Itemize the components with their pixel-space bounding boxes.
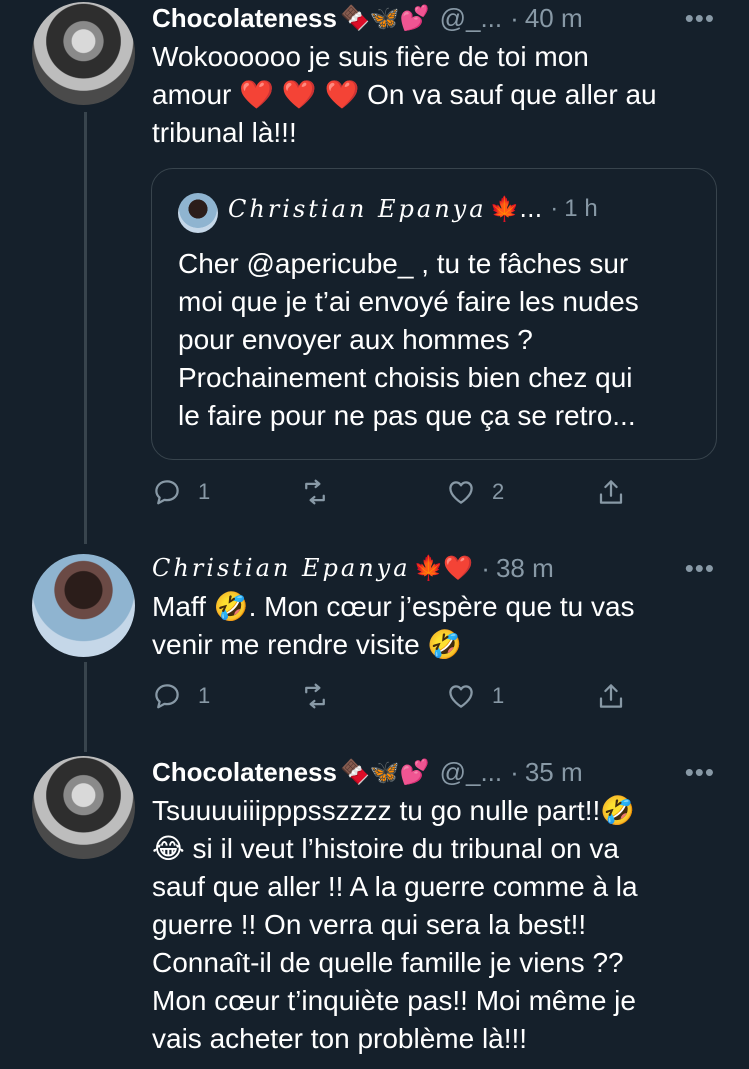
reply-count: 1	[198, 479, 211, 504]
share-icon	[599, 684, 623, 708]
tweet-header: Chocolateness 🍫🦋💕 @_... · 35 m •••	[152, 754, 749, 790]
retweet-button[interactable]	[300, 472, 330, 512]
retweet-icon	[305, 683, 325, 709]
tweet-text: Maff 🤣. Mon cœur j’espère que tu vas ven…	[152, 591, 635, 660]
quoted-tweet[interactable]: Christian Epanya 🍁... · 1 h Cher @aperic…	[151, 168, 717, 460]
tweet-text: Tsuuuuiiipppsszzzz tu go nulle part!!🤣 😂…	[152, 795, 638, 1054]
retweet-button[interactable]	[300, 676, 330, 716]
tweet[interactable]: Chocolateness 🍫🦋💕 @_... · 35 m ••• Tsuuu…	[0, 752, 749, 1069]
tweet[interactable]: Christian Epanya 🍁❤️ · 38 m ••• Maff 🤣. …	[0, 548, 749, 738]
retweet-icon	[305, 479, 325, 505]
display-name[interactable]: Christian Epanya	[152, 554, 411, 582]
reply-button[interactable]: 1	[152, 472, 210, 512]
quote-text: Cher @apericube_ , tu te fâches sur moi …	[178, 248, 639, 431]
avatar[interactable]	[32, 756, 135, 859]
display-name[interactable]: Chocolateness	[152, 757, 337, 788]
timestamp[interactable]: 38 m	[496, 553, 554, 584]
name-emoji: 🍁❤️	[413, 554, 474, 582]
share-button[interactable]	[596, 472, 626, 512]
tweet-header: Chocolateness 🍫🦋💕 @_... · 40 m •••	[152, 0, 749, 36]
more-icon[interactable]: •••	[685, 3, 715, 34]
like-icon	[449, 685, 473, 708]
like-count: 2	[492, 479, 505, 504]
separator: ·	[481, 552, 490, 583]
name-emoji: 🍫🦋💕	[339, 758, 430, 786]
hearts-emoji: ❤️ ❤️ ❤️	[239, 79, 360, 110]
separator: ·	[550, 195, 559, 222]
like-button[interactable]: 1	[446, 676, 504, 716]
like-button[interactable]: 2	[446, 472, 504, 512]
tweet-actions: 1 2	[152, 472, 652, 512]
avatar[interactable]	[32, 2, 135, 105]
more-icon[interactable]: •••	[685, 757, 715, 788]
timestamp[interactable]: 40 m	[525, 3, 583, 34]
handle[interactable]: @_...	[440, 3, 503, 34]
tweet-text: Wokoooooo je suis fière de toi mon amour…	[152, 41, 657, 148]
like-count: 1	[492, 683, 505, 708]
reply-icon	[155, 480, 179, 505]
tweet-header: Christian Epanya 🍁❤️ · 38 m •••	[152, 550, 749, 586]
like-icon	[449, 481, 473, 504]
handle[interactable]: @_...	[440, 757, 503, 788]
tweet-actions: 1 1	[152, 676, 652, 716]
display-name[interactable]: Chocolateness	[152, 3, 337, 34]
tweet[interactable]: Chocolateness 🍫🦋💕 @_... · 40 m ••• Wokoo…	[0, 0, 749, 540]
separator: ·	[510, 2, 519, 33]
quote-header: Christian Epanya 🍁... · 1 h	[228, 195, 598, 223]
quote-timestamp: 1 h	[564, 195, 598, 222]
name-emoji: 🍫🦋💕	[339, 4, 430, 32]
reply-button[interactable]: 1	[152, 676, 210, 716]
quote-display-name: Christian Epanya	[228, 195, 487, 223]
quote-name-emoji: 🍁...	[489, 195, 543, 223]
avatar[interactable]	[32, 554, 135, 657]
more-icon[interactable]: •••	[685, 553, 715, 584]
reply-count: 1	[198, 683, 211, 708]
reply-icon	[155, 684, 179, 709]
timestamp[interactable]: 35 m	[525, 757, 583, 788]
quote-avatar	[178, 193, 218, 233]
share-icon	[599, 480, 623, 504]
separator: ·	[510, 756, 519, 787]
share-button[interactable]	[596, 676, 626, 716]
